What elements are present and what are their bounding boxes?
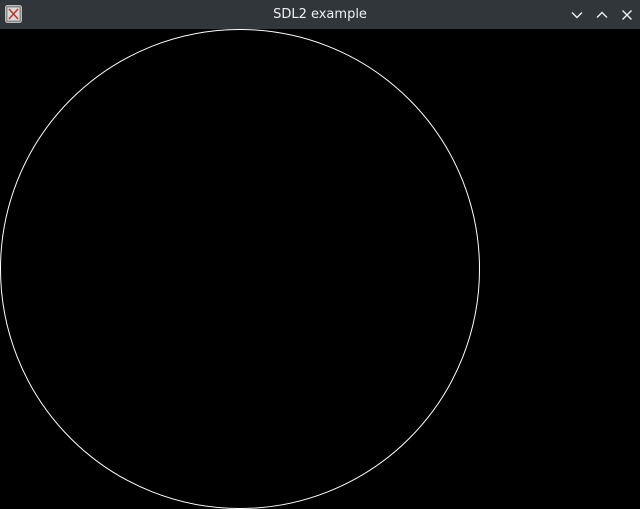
title-bar[interactable]: SDL2 example	[0, 0, 640, 29]
render-canvas[interactable]	[0, 29, 640, 509]
close-button[interactable]	[615, 3, 639, 27]
app-window: SDL2 example	[0, 0, 640, 509]
canvas-drawing	[0, 29, 480, 509]
maximize-icon	[596, 11, 608, 18]
window-controls	[565, 0, 640, 29]
window-title: SDL2 example	[273, 7, 367, 22]
app-icon[interactable]	[5, 5, 22, 23]
drawn-circle	[0, 29, 480, 509]
close-icon	[622, 9, 632, 20]
minimize-button[interactable]	[565, 3, 589, 27]
minimize-icon	[571, 11, 583, 18]
maximize-button[interactable]	[590, 3, 614, 27]
